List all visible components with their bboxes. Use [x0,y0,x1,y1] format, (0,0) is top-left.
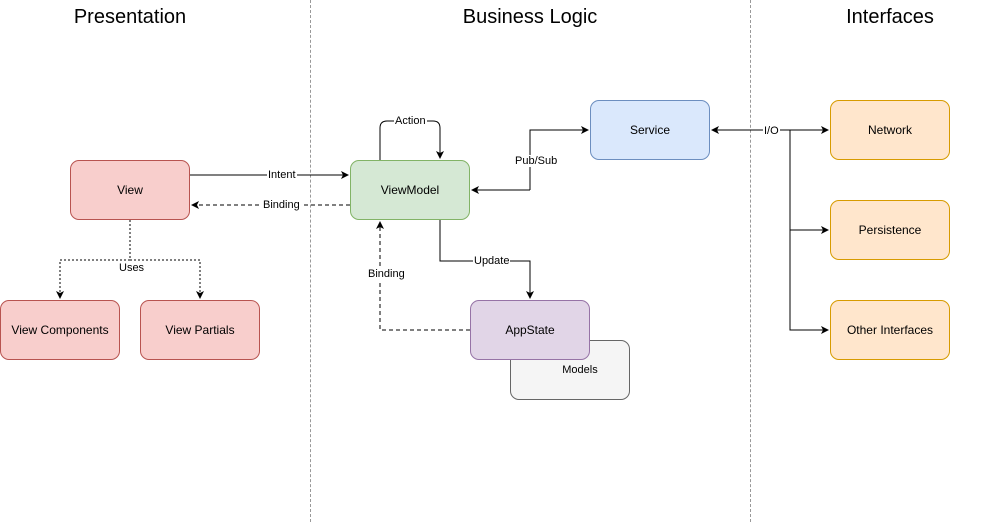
edge-uses-components [56,220,131,299]
edge-label-io: I/O [763,125,780,137]
node-service[interactable]: Service [590,100,710,160]
node-view[interactable]: View [70,160,190,220]
node-models-label: Models [562,364,598,376]
node-network-label: Network [867,123,912,137]
node-persistence-label: Persistence [858,223,922,237]
node-view-partials-label: View Partials [165,323,235,337]
node-viewmodel-label: ViewModel [380,183,440,197]
node-persistence[interactable]: Persistence [830,200,950,260]
node-other-interfaces[interactable]: Other Interfaces [830,300,950,360]
edge-label-binding-appstate: Binding [367,268,406,280]
node-appstate[interactable]: AppState [470,300,590,360]
node-view-components[interactable]: View Components [0,300,120,360]
node-other-interfaces-label: Other Interfaces [846,323,934,337]
node-network[interactable]: Network [830,100,950,160]
edge-label-uses: Uses [118,262,146,274]
edge-label-intent: Intent [267,169,297,181]
edge-io-other [789,230,829,334]
edge-label-update: Update [473,255,511,267]
edge-label-binding-view: Binding [262,199,301,211]
node-service-label: Service [629,123,670,137]
edge-label-pubsub: Pub/Sub [514,155,559,167]
edge-io-persistence [789,130,829,234]
node-appstate-label: AppState [505,323,555,337]
node-view-partials[interactable]: View Partials [140,300,260,360]
node-viewmodel[interactable]: ViewModel [350,160,470,220]
node-view-label: View [117,183,143,197]
edge-label-action: Action [394,115,427,127]
node-view-components-label: View Components [11,323,109,337]
